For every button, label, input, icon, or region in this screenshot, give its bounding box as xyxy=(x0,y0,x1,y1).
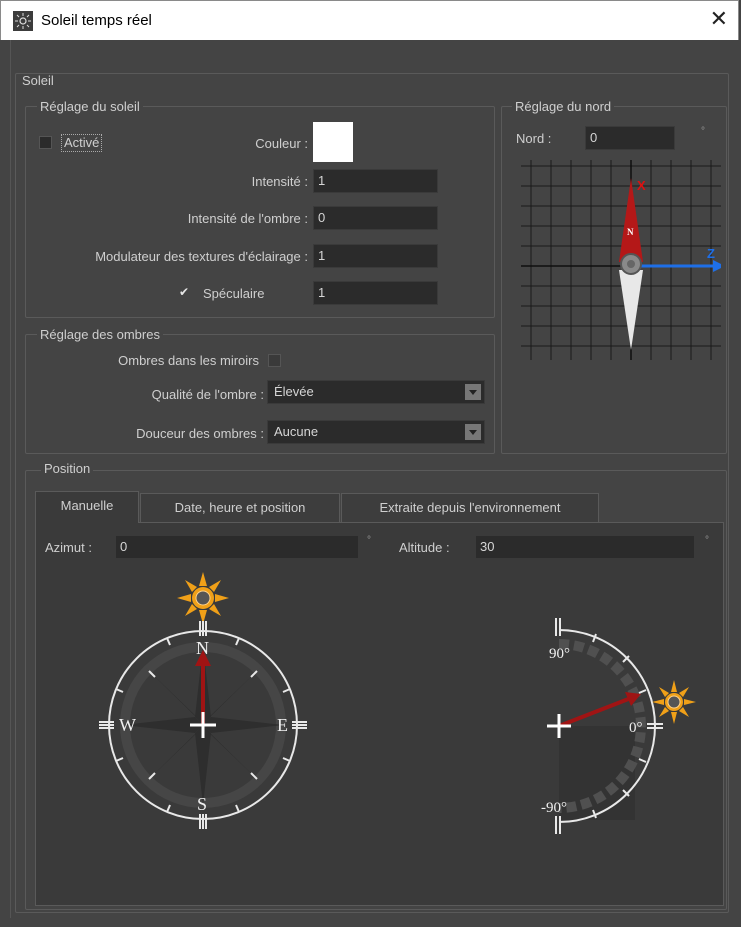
modulator-field[interactable]: 1 xyxy=(313,244,438,268)
active-checkbox[interactable] xyxy=(39,136,52,149)
close-button[interactable]: ✕ xyxy=(710,7,728,32)
azimuth-compass-dial[interactable]: N S E W xyxy=(83,570,323,830)
window-title: Soleil temps réel xyxy=(41,12,152,29)
altitude-unit: ° xyxy=(705,535,709,546)
compass-north-letter: N xyxy=(196,638,209,658)
altitude-mid-label: 0° xyxy=(629,720,643,736)
azimuth-field[interactable]: 0 xyxy=(115,535,359,559)
shadow-settings-legend: Réglage des ombres xyxy=(37,328,163,342)
shadow-softness-value: Aucune xyxy=(274,424,319,439)
sun-settings-icon xyxy=(13,11,33,31)
altitude-bottom-label: -90° xyxy=(541,800,567,816)
shadow-intensity-field[interactable]: 0 xyxy=(313,206,438,230)
shadow-quality-select[interactable]: Élevée xyxy=(267,380,485,404)
sun-group-legend: Soleil xyxy=(19,74,57,88)
tab-date-time-position[interactable]: Date, heure et position xyxy=(140,493,340,523)
specular-label: Spéculaire xyxy=(203,286,265,301)
shadow-quality-label: Qualité de l'ombre : xyxy=(151,387,264,402)
azimuth-unit: ° xyxy=(367,535,371,546)
chevron-down-icon[interactable] xyxy=(465,424,481,440)
shadow-intensity-label: Intensité de l'ombre : xyxy=(187,211,308,226)
shadow-softness-select[interactable]: Aucune xyxy=(267,420,485,444)
altitude-field[interactable]: 30 xyxy=(475,535,695,559)
altitude-dial[interactable]: 90° 0° -90° xyxy=(541,606,701,836)
sun-icon xyxy=(177,572,229,624)
active-label[interactable]: Activé xyxy=(61,134,103,152)
intensity-label: Intensité : xyxy=(251,174,308,189)
intensity-field[interactable]: 1 xyxy=(313,169,438,193)
north-field[interactable]: 0 xyxy=(585,126,675,150)
sun-settings-legend: Réglage du soleil xyxy=(37,100,143,114)
mirror-shadows-checkbox[interactable] xyxy=(268,354,281,367)
compass-west-letter: W xyxy=(119,715,136,735)
needle-letter: N xyxy=(627,227,634,237)
compass-east-letter: E xyxy=(277,715,288,735)
specular-field[interactable]: 1 xyxy=(313,281,438,305)
sun-icon xyxy=(652,680,696,724)
compass-south-letter: S xyxy=(197,794,207,814)
north-compass-diagram[interactable]: X Z N xyxy=(521,160,721,360)
chevron-down-icon[interactable] xyxy=(465,384,481,400)
specular-checkbox[interactable] xyxy=(179,285,192,301)
north-settings-legend: Réglage du nord xyxy=(512,100,615,114)
north-unit: ° xyxy=(701,126,705,137)
altitude-top-label: 90° xyxy=(549,646,570,662)
axis-x-label: X xyxy=(637,178,646,193)
color-label: Couleur : xyxy=(255,136,308,151)
azimuth-label: Azimut : xyxy=(45,540,92,555)
altitude-label: Altitude : xyxy=(399,540,450,555)
shadow-quality-value: Élevée xyxy=(274,384,314,399)
tab-from-environment[interactable]: Extraite depuis l'environnement xyxy=(341,493,599,523)
north-label: Nord : xyxy=(516,131,552,146)
color-swatch[interactable] xyxy=(313,122,353,162)
position-legend: Position xyxy=(41,462,94,476)
title-bar: Soleil temps réel ✕ xyxy=(0,0,739,40)
dialog-body: Soleil Réglage du soleil Activé Couleur … xyxy=(10,40,732,918)
tab-manual[interactable]: Manuelle xyxy=(35,491,139,523)
mirror-shadows-label: Ombres dans les miroirs xyxy=(118,353,259,368)
shadow-softness-label: Douceur des ombres : xyxy=(136,426,264,441)
axis-z-label: Z xyxy=(707,246,715,261)
modulator-label: Modulateur des textures d'éclairage : xyxy=(95,249,308,264)
